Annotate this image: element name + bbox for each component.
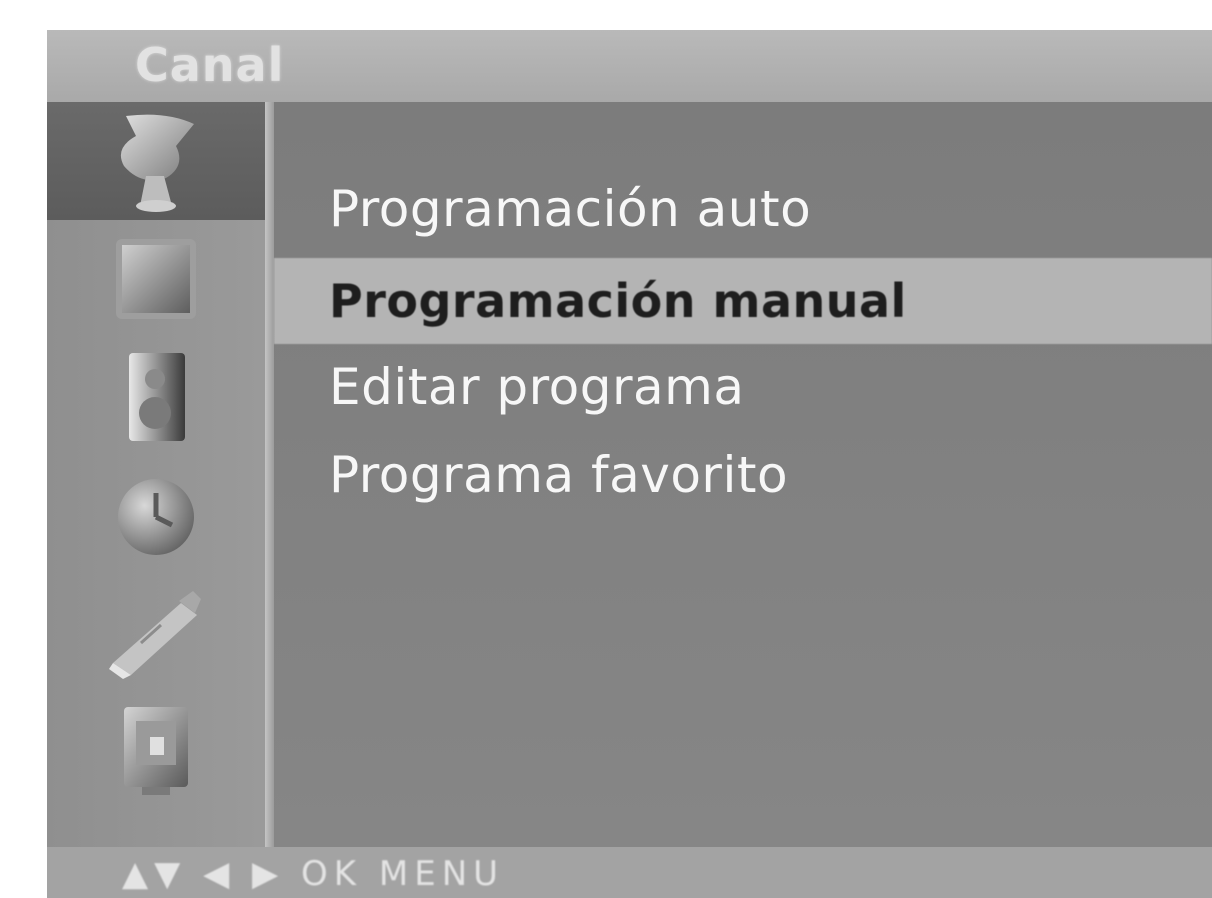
category-time[interactable] (47, 456, 265, 574)
category-channel[interactable] (47, 102, 265, 220)
title-bar: Canal (47, 30, 1212, 102)
category-options[interactable] (47, 574, 265, 692)
menu-item-auto-programming[interactable]: Programación auto (274, 166, 1212, 252)
menu-item-edit-program[interactable]: Editar programa (274, 344, 1212, 430)
navigation-hint: ▲▼ ◀ ▶ OK MENU (122, 854, 505, 894)
tv-osd-menu: Canal Programación auto Programación man… (47, 30, 1212, 898)
menu-list: Programación auto Programación manual Ed… (274, 102, 1212, 847)
speaker-icon (129, 353, 185, 441)
menu-title: Canal (135, 38, 285, 92)
clock-icon (118, 479, 194, 555)
satellite-dish-icon (120, 114, 194, 212)
navigation-hint-bar: ▲▼ ◀ ▶ OK MENU (47, 847, 1212, 898)
menu-item-manual-programming[interactable]: Programación manual (274, 258, 1212, 344)
menu-item-favorite-program[interactable]: Programa favorito (274, 432, 1212, 518)
category-input[interactable] (47, 692, 265, 810)
input-icon (124, 707, 188, 795)
category-sidebar (47, 102, 265, 847)
category-audio[interactable] (47, 338, 265, 456)
settings-icon (109, 591, 201, 679)
sidebar-divider (265, 102, 274, 847)
category-picture[interactable] (47, 220, 265, 338)
picture-icon (116, 239, 196, 319)
